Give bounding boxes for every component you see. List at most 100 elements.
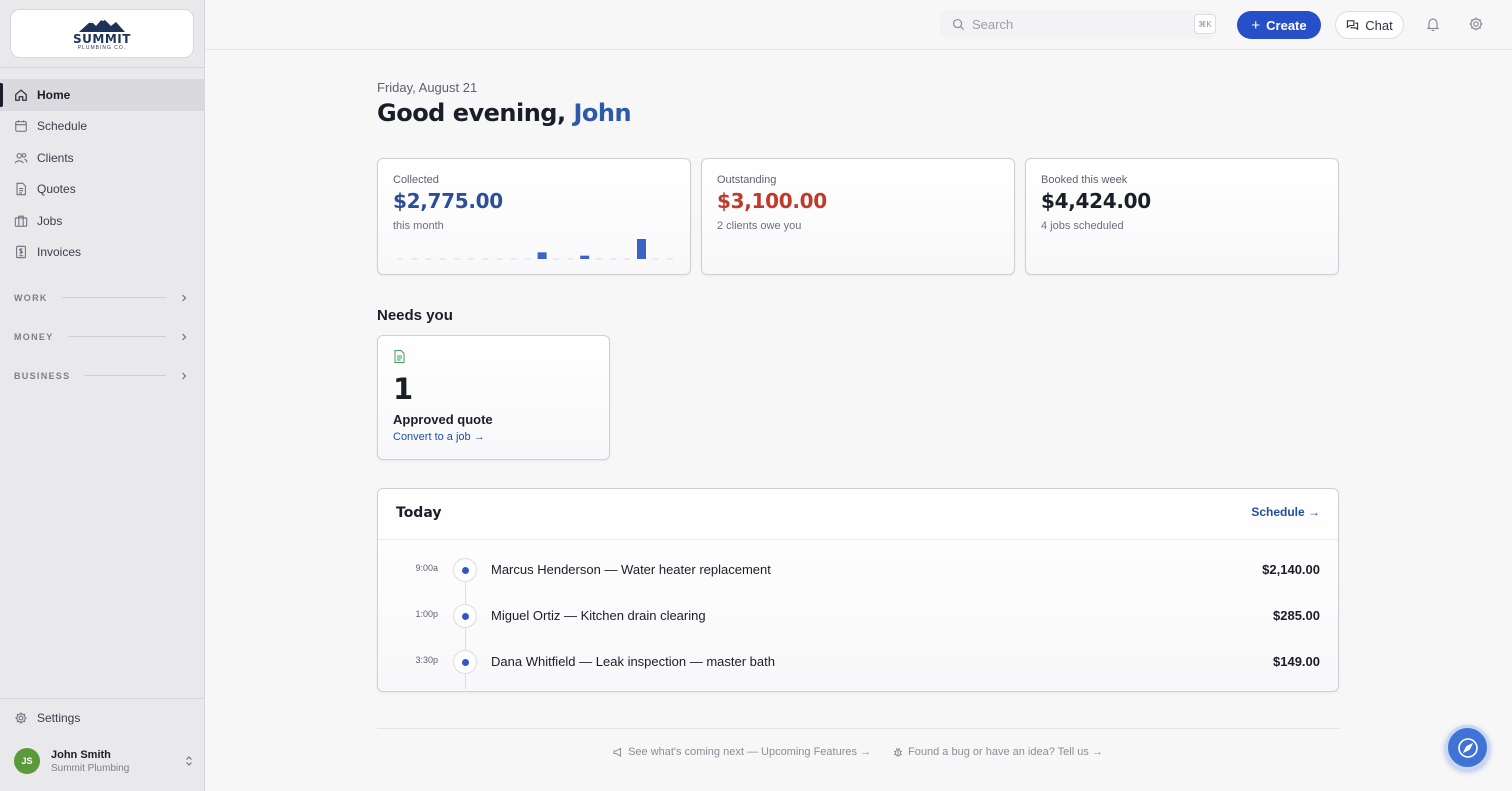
footer-divider (377, 728, 1339, 729)
section-label: WORK (14, 292, 48, 303)
sidebar-item-quotes[interactable]: Quotes (0, 174, 204, 206)
today-card: Today Schedule → 9:00a Marcus Henderson … (377, 488, 1339, 692)
row-time: 9:00a (415, 563, 438, 573)
create-button[interactable]: + Create (1237, 11, 1321, 39)
section-line (84, 375, 166, 376)
row-title: Dana Whitfield — Leak inspection — maste… (491, 654, 775, 669)
page-title: Good evening, John (377, 99, 632, 127)
user-menu[interactable]: JS John Smith Summit Plumbing (14, 746, 194, 776)
upcoming-features-link[interactable]: See what's coming next — Upcoming Featur… (613, 746, 871, 758)
sidebar-item-jobs[interactable]: Jobs (0, 205, 204, 237)
calendar-icon (14, 119, 28, 133)
gear-icon (1469, 17, 1483, 31)
stat-label: Outstanding (717, 174, 777, 186)
sidebar-item-label: Quotes (37, 182, 76, 197)
sparkline-bar (580, 255, 590, 259)
chevron-updown-icon (186, 756, 192, 766)
footer-links: See what's coming next — Upcoming Featur… (377, 746, 1339, 758)
bell-icon (1426, 18, 1440, 32)
row-title: Marcus Henderson — Water heater replacem… (491, 562, 771, 577)
sidebar-sections: WORK MONEY BUSINESS (0, 278, 204, 395)
chevron-right-icon (182, 372, 187, 379)
company-logo[interactable]: SUMMIT PLUMBING CO. (10, 9, 194, 58)
collected-sparkline (397, 239, 673, 260)
sidebar-item-schedule[interactable]: Schedule (0, 111, 204, 143)
today-row[interactable]: 9:00a Marcus Henderson — Water heater re… (378, 550, 1338, 590)
sidebar-item-settings[interactable]: Settings (14, 711, 80, 725)
sidebar-divider (0, 698, 204, 699)
feedback-text: Found a bug or have an idea? Tell us → (908, 746, 1103, 758)
logo-text: SUMMIT (73, 31, 131, 46)
document-icon (14, 182, 28, 196)
row-amount: $149.00 (1273, 654, 1320, 669)
today-row[interactable]: 1:00p Miguel Ortiz — Kitchen drain clear… (378, 596, 1338, 636)
quote-document-icon (394, 350, 405, 363)
row-time: 1:00p (415, 609, 438, 619)
plus-icon: + (1251, 16, 1261, 34)
current-date: Friday, August 21 (377, 80, 478, 95)
feedback-link[interactable]: Found a bug or have an idea? Tell us → (893, 746, 1103, 758)
stat-card-collected[interactable]: Collected $2,775.00 this month (377, 158, 691, 275)
stat-subtext: 4 jobs scheduled (1041, 220, 1124, 232)
stat-value: $4,424.00 (1041, 189, 1151, 213)
chat-label: Chat (1365, 17, 1393, 33)
mountain-logo-icon (78, 17, 125, 32)
timeline-dot (453, 650, 477, 674)
search-box[interactable]: ⌘K (940, 10, 1216, 39)
stat-card-booked[interactable]: Booked this week $4,424.00 4 jobs schedu… (1025, 158, 1339, 275)
schedule-link[interactable]: Schedule → (1251, 505, 1320, 519)
sidebar-item-label: Clients (37, 150, 74, 165)
greeting-name: John (573, 99, 632, 127)
approved-quote-label: Approved quote (393, 412, 493, 427)
sidebar-section-work[interactable]: WORK (0, 278, 204, 317)
convert-to-job-link[interactable]: Convert to a job → (393, 431, 485, 443)
logo-subtext: PLUMBING CO. (77, 44, 127, 51)
stat-value: $2,775.00 (393, 189, 503, 213)
home-icon (14, 88, 28, 102)
section-line (67, 336, 166, 337)
search-input[interactable] (972, 17, 1172, 32)
section-label: MONEY (14, 331, 54, 342)
section-label: BUSINESS (14, 370, 71, 381)
today-divider (378, 539, 1338, 540)
notifications-button[interactable] (1425, 16, 1441, 32)
sidebar-item-label: Invoices (37, 245, 82, 260)
chat-button[interactable]: Chat (1335, 11, 1404, 39)
sidebar-item-invoices[interactable]: Invoices (0, 237, 204, 269)
upcoming-features-text: See what's coming next — Upcoming Featur… (628, 746, 872, 758)
stat-card-outstanding[interactable]: Outstanding $3,100.00 2 clients owe you (701, 158, 1015, 275)
today-row[interactable]: 3:30p Dana Whitfield — Leak inspection —… (378, 642, 1338, 682)
sidebar-divider (0, 67, 204, 68)
sidebar: SUMMIT PLUMBING CO. Home Schedule Client… (0, 0, 205, 791)
sidebar-section-business[interactable]: BUSINESS (0, 356, 204, 395)
stat-subtext: 2 clients owe you (717, 220, 802, 232)
sidebar-item-clients[interactable]: Clients (0, 142, 204, 174)
timeline-dot (453, 558, 477, 582)
greeting-text: Good evening, (377, 99, 566, 127)
section-line (61, 297, 166, 298)
briefcase-icon (14, 214, 28, 228)
approved-quote-card[interactable]: 1 Approved quote Convert to a job → (377, 335, 610, 460)
approved-quote-count: 1 (393, 372, 414, 406)
stat-value: $3,100.00 (717, 189, 827, 213)
search-icon (952, 18, 965, 31)
invoice-icon (14, 245, 28, 259)
settings-button[interactable] (1468, 16, 1484, 32)
today-heading: Today (396, 505, 442, 521)
sidebar-item-home[interactable]: Home (0, 79, 204, 111)
sidebar-section-money[interactable]: MONEY (0, 317, 204, 356)
assistant-compass-button[interactable] (1445, 725, 1490, 770)
sidebar-nav: Home Schedule Clients Quotes Jobs Invoic… (0, 79, 204, 268)
gear-icon (15, 712, 27, 724)
chevron-right-icon (182, 333, 187, 340)
search-shortcut-badge: ⌘K (1194, 14, 1216, 34)
sidebar-item-label: Schedule (37, 119, 88, 134)
create-label: Create (1266, 17, 1307, 33)
row-time: 3:30p (415, 655, 438, 665)
settings-label: Settings (37, 711, 81, 725)
sidebar-item-label: Home (37, 87, 71, 102)
row-title: Miguel Ortiz — Kitchen drain clearing (491, 608, 706, 623)
chevron-right-icon (182, 294, 187, 301)
row-amount: $285.00 (1273, 608, 1320, 623)
sparkline-bar (537, 252, 547, 259)
